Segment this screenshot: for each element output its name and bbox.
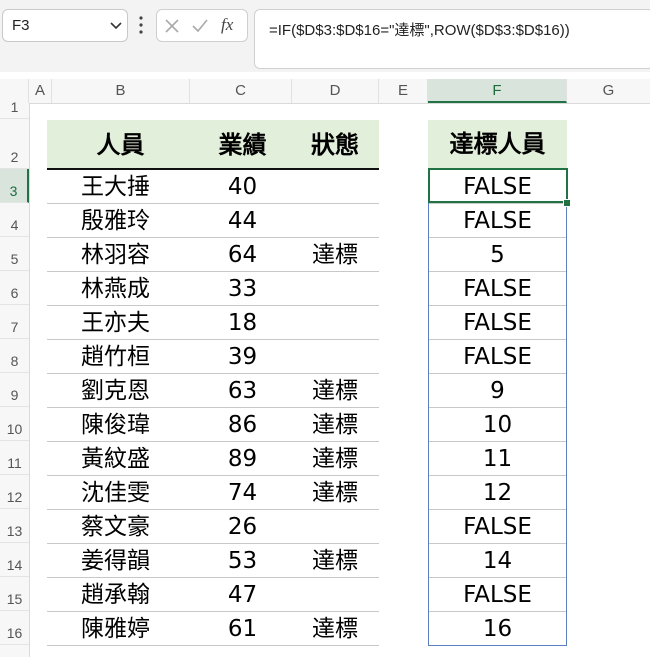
status-cell[interactable]: 達標 [291, 374, 379, 408]
row-header[interactable]: 8 [0, 339, 29, 373]
active-cell-F3[interactable] [428, 168, 568, 203]
column-header-E[interactable]: E [379, 79, 428, 103]
row-header[interactable]: 2 [0, 119, 29, 169]
result-row-separator [428, 645, 567, 646]
name-cell[interactable]: 劉克恩 [81, 374, 194, 408]
status-cell[interactable] [291, 204, 379, 238]
name-cell[interactable]: 沈佳雯 [81, 476, 194, 510]
insert-function-icon[interactable]: fx [221, 15, 233, 35]
row-header[interactable]: 12 [0, 475, 29, 509]
header-cell-score[interactable]: 業績 [194, 120, 291, 170]
score-cell[interactable]: 89 [194, 442, 291, 476]
row-header[interactable]: 10 [0, 407, 29, 441]
score-cell[interactable]: 63 [194, 374, 291, 408]
formula-bar: F3 fx =IF($D$3:$D$16="達標",ROW($D$3:$D$16… [0, 0, 650, 72]
row-header[interactable]: 5 [0, 237, 29, 271]
header-cell-result[interactable]: 達標人員 [428, 120, 567, 168]
score-cell[interactable]: 53 [194, 544, 291, 578]
name-cell[interactable]: 陳俊瑋 [81, 408, 194, 442]
row-header[interactable]: 11 [0, 441, 29, 475]
row-header[interactable]: 1 [0, 99, 29, 119]
row-header[interactable]: 6 [0, 271, 29, 305]
name-cell[interactable]: 林羽容 [81, 238, 194, 272]
row-header[interactable]: 7 [0, 305, 29, 339]
name-box[interactable]: F3 [2, 9, 128, 42]
row-header[interactable]: 14 [0, 543, 29, 577]
score-cell[interactable]: 40 [194, 170, 291, 204]
row-header[interactable]: 9 [0, 373, 29, 407]
row-header[interactable]: 16 [0, 611, 29, 645]
row-headers: 1 2 3 4 5 6 7 8 9 10 11 12 13 14 15 16 [0, 99, 30, 657]
status-cell[interactable]: 達標 [291, 442, 379, 476]
name-cell[interactable]: 姜得韻 [81, 544, 194, 578]
formula-input[interactable]: =IF($D$3:$D$16="達標",ROW($D$3:$D$16)) [254, 9, 650, 69]
row-header[interactable]: 15 [0, 577, 29, 611]
name-box-value: F3 [12, 17, 30, 34]
name-cell[interactable]: 陳雅婷 [81, 612, 194, 646]
score-cell[interactable]: 64 [194, 238, 291, 272]
score-cell[interactable]: 18 [194, 306, 291, 340]
status-cell[interactable] [291, 170, 379, 204]
score-cell[interactable]: 26 [194, 510, 291, 544]
enter-check-icon[interactable] [191, 17, 209, 35]
name-cell[interactable]: 王大捶 [81, 170, 194, 204]
name-cell[interactable]: 趙承翰 [81, 578, 194, 612]
status-cell[interactable]: 達標 [291, 612, 379, 646]
status-cell[interactable] [291, 340, 379, 374]
status-cell[interactable]: 達標 [291, 238, 379, 272]
header-cell-status[interactable]: 狀態 [291, 120, 379, 170]
score-cell[interactable]: 33 [194, 272, 291, 306]
spill-range-border [428, 168, 567, 645]
column-header-A[interactable]: A [29, 79, 52, 103]
cancel-icon[interactable] [163, 17, 181, 35]
score-cell[interactable]: 61 [194, 612, 291, 646]
row-header[interactable]: 3 [0, 169, 29, 203]
row-separator [47, 645, 379, 646]
score-cell[interactable]: 74 [194, 476, 291, 510]
status-cell[interactable] [291, 510, 379, 544]
column-header-D[interactable]: D [292, 79, 379, 103]
name-cell[interactable]: 殷雅玲 [81, 204, 194, 238]
status-cell[interactable] [291, 272, 379, 306]
name-cell[interactable]: 林燕成 [81, 272, 194, 306]
status-cell[interactable] [291, 578, 379, 612]
score-cell[interactable]: 44 [194, 204, 291, 238]
score-cell[interactable]: 39 [194, 340, 291, 374]
more-options-icon[interactable] [139, 14, 143, 36]
status-cell[interactable]: 達標 [291, 408, 379, 442]
status-cell[interactable] [291, 306, 379, 340]
status-cell[interactable]: 達標 [291, 544, 379, 578]
name-cell[interactable]: 黃紋盛 [81, 442, 194, 476]
column-header-C[interactable]: C [190, 79, 292, 103]
formula-text: =IF($D$3:$D$16="達標",ROW($D$3:$D$16)) [269, 22, 570, 39]
column-header-F[interactable]: F [428, 79, 567, 103]
fill-handle[interactable] [563, 199, 571, 207]
row-header[interactable]: 4 [0, 203, 29, 237]
row-header[interactable]: 13 [0, 509, 29, 543]
score-cell[interactable]: 86 [194, 408, 291, 442]
header-cell-name[interactable]: 人員 [47, 120, 194, 170]
score-cell[interactable]: 47 [194, 578, 291, 612]
column-header-B[interactable]: B [52, 79, 190, 103]
name-cell[interactable]: 趙竹桓 [81, 340, 194, 374]
chevron-down-icon[interactable] [110, 21, 122, 31]
name-cell[interactable]: 蔡文豪 [81, 510, 194, 544]
status-cell[interactable]: 達標 [291, 476, 379, 510]
formula-controls: fx [156, 9, 248, 42]
column-headers: A B C D E F G [0, 79, 650, 104]
name-cell[interactable]: 王亦夫 [81, 306, 194, 340]
column-header-G[interactable]: G [567, 79, 650, 103]
